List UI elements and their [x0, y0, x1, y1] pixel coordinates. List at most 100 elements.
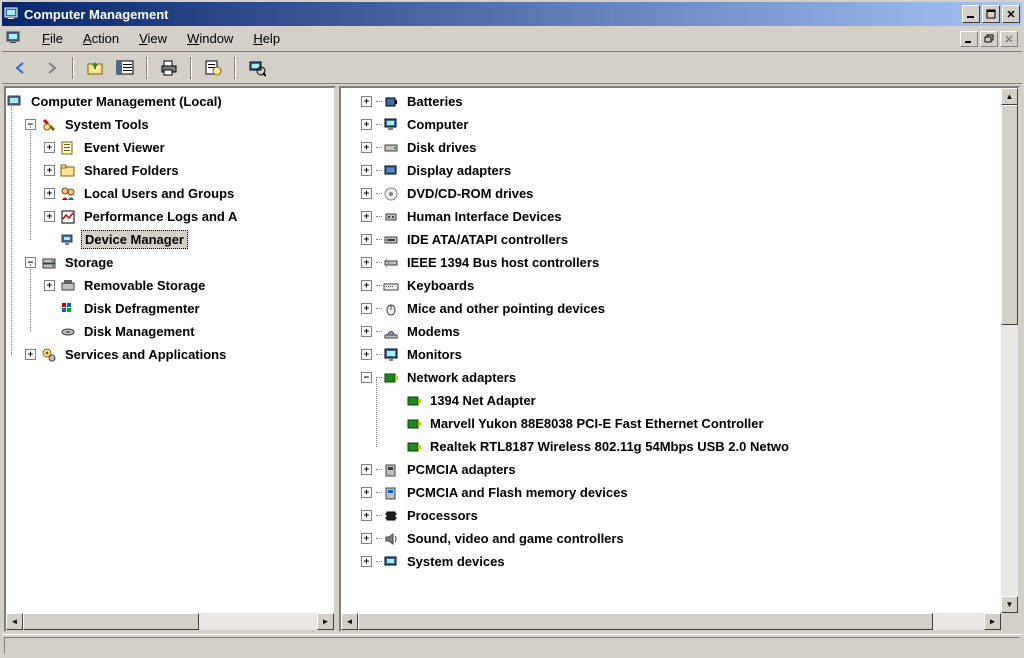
expand-icon[interactable]: +	[361, 142, 372, 153]
minimize-button[interactable]	[962, 5, 980, 23]
properties-button[interactable]	[200, 55, 226, 81]
expand-icon[interactable]: +	[361, 556, 372, 567]
scroll-thumb[interactable]	[23, 613, 199, 630]
console-tree[interactable]: Computer Management (Local) − System Too…	[6, 88, 334, 613]
dev-net1[interactable]: 1394 Net Adapter	[390, 389, 1001, 412]
dev-network-adapters[interactable]: − Network adapters	[361, 366, 1001, 389]
back-button[interactable]	[8, 55, 34, 81]
tree-root[interactable]: Computer Management (Local)	[6, 90, 334, 113]
print-button[interactable]	[156, 55, 182, 81]
show-hide-tree-button[interactable]	[112, 55, 138, 81]
tree-storage[interactable]: − Storage	[25, 251, 334, 274]
up-button[interactable]	[82, 55, 108, 81]
dev-computer[interactable]: + Computer	[361, 113, 1001, 136]
dev-modems[interactable]: + Modems	[361, 320, 1001, 343]
dev-hid[interactable]: + Human Interface Devices	[361, 205, 1001, 228]
dev-label: Sound, video and game controllers	[404, 530, 627, 547]
collapse-icon[interactable]: −	[361, 372, 372, 383]
expand-icon[interactable]: +	[361, 119, 372, 130]
expand-icon[interactable]: +	[25, 349, 36, 360]
expand-icon[interactable]: +	[44, 142, 55, 153]
dev-display-adapters[interactable]: + Display adapters	[361, 159, 1001, 182]
expand-icon[interactable]: +	[361, 487, 372, 498]
event-viewer-icon	[59, 139, 77, 157]
sound-icon	[382, 530, 400, 548]
dev-keyboards[interactable]: + Keyboards	[361, 274, 1001, 297]
scroll-thumb[interactable]	[1001, 105, 1018, 325]
dev-disk-drives[interactable]: + Disk drives	[361, 136, 1001, 159]
expand-icon[interactable]: +	[44, 165, 55, 176]
tree-shared-folders[interactable]: + Shared Folders	[44, 159, 334, 182]
menu-file[interactable]: File	[32, 28, 73, 49]
right-scrollbar-v[interactable]: ▲ ▼	[1001, 88, 1018, 613]
expand-icon[interactable]: +	[361, 234, 372, 245]
dev-sound[interactable]: + Sound, video and game controllers	[361, 527, 1001, 550]
mdi-minimize-button[interactable]	[960, 31, 978, 47]
dev-pcmcia[interactable]: + PCMCIA adapters	[361, 458, 1001, 481]
forward-button[interactable]	[38, 55, 64, 81]
tree-disk-defrag[interactable]: + Disk Defragmenter	[44, 297, 334, 320]
expand-icon[interactable]: +	[361, 303, 372, 314]
dev-dvd[interactable]: + DVD/CD-ROM drives	[361, 182, 1001, 205]
tree-label: Shared Folders	[81, 162, 182, 179]
expand-icon[interactable]: +	[44, 280, 55, 291]
mdi-restore-button[interactable]	[980, 31, 998, 47]
scroll-track[interactable]	[1001, 325, 1018, 596]
device-tree[interactable]: + Batteries + Computer +	[341, 88, 1001, 613]
scroll-thumb[interactable]	[358, 613, 933, 630]
expand-icon[interactable]: +	[361, 257, 372, 268]
dev-processors[interactable]: + Processors	[361, 504, 1001, 527]
scroll-track[interactable]	[23, 613, 317, 630]
dev-net2[interactable]: Marvell Yukon 88E8038 PCI-E Fast Etherne…	[390, 412, 1001, 435]
scroll-track[interactable]	[933, 613, 984, 630]
tree-device-manager[interactable]: + Device Manager	[44, 228, 334, 251]
close-button[interactable]	[1002, 5, 1020, 23]
tree-system-tools[interactable]: − System Tools	[25, 113, 334, 136]
tree-removable-storage[interactable]: + Removable Storage	[44, 274, 334, 297]
tree-local-users[interactable]: + Local Users and Groups	[44, 182, 334, 205]
expand-icon[interactable]: +	[361, 533, 372, 544]
expand-icon[interactable]: +	[361, 464, 372, 475]
right-scrollbar-h[interactable]: ◄ ►	[341, 613, 1018, 630]
expand-icon[interactable]: +	[361, 165, 372, 176]
expand-icon[interactable]: +	[361, 326, 372, 337]
scroll-right-button[interactable]: ►	[317, 613, 334, 630]
scroll-left-button[interactable]: ◄	[6, 613, 23, 630]
dev-label: Processors	[404, 507, 481, 524]
tree-event-viewer[interactable]: + Event Viewer	[44, 136, 334, 159]
dev-system-devices[interactable]: + System devices	[361, 550, 1001, 573]
expand-icon[interactable]: +	[361, 96, 372, 107]
dev-mice[interactable]: + Mice and other pointing devices	[361, 297, 1001, 320]
expand-icon[interactable]: +	[361, 211, 372, 222]
menu-view[interactable]: View	[129, 28, 177, 49]
expand-icon[interactable]: +	[361, 188, 372, 199]
expand-icon[interactable]: +	[361, 280, 372, 291]
expand-icon[interactable]: +	[361, 349, 372, 360]
menu-help[interactable]: Help	[243, 28, 290, 49]
menu-window[interactable]: Window	[177, 28, 243, 49]
tree-services-apps[interactable]: + Services and Applications	[25, 343, 334, 366]
titlebar: Computer Management	[2, 2, 1022, 26]
tree-disk-mgmt[interactable]: + Disk Management	[44, 320, 334, 343]
scan-hardware-button[interactable]	[244, 55, 270, 81]
battery-icon	[382, 93, 400, 111]
expand-icon[interactable]: +	[44, 188, 55, 199]
scroll-up-button[interactable]: ▲	[1001, 88, 1018, 105]
dev-batteries[interactable]: + Batteries	[361, 90, 1001, 113]
scroll-down-button[interactable]: ▼	[1001, 596, 1018, 613]
left-scrollbar-h[interactable]: ◄ ►	[6, 613, 334, 630]
dev-label: Network adapters	[404, 369, 519, 386]
dev-ieee1394[interactable]: + IEEE 1394 Bus host controllers	[361, 251, 1001, 274]
scroll-left-button[interactable]: ◄	[341, 613, 358, 630]
expand-icon[interactable]: +	[44, 211, 55, 222]
expand-icon[interactable]: +	[361, 510, 372, 521]
scroll-right-button[interactable]: ►	[984, 613, 1001, 630]
tree-perf-logs[interactable]: + Performance Logs and A	[44, 205, 334, 228]
dev-ide[interactable]: + IDE ATA/ATAPI controllers	[361, 228, 1001, 251]
maximize-button[interactable]	[982, 5, 1000, 23]
dev-net3[interactable]: Realtek RTL8187 Wireless 802.11g 54Mbps …	[390, 435, 1001, 458]
dev-monitors[interactable]: + Monitors	[361, 343, 1001, 366]
mdi-close-button[interactable]	[1000, 31, 1018, 47]
menu-action[interactable]: Action	[73, 28, 129, 49]
dev-pcmcia-flash[interactable]: + PCMCIA and Flash memory devices	[361, 481, 1001, 504]
